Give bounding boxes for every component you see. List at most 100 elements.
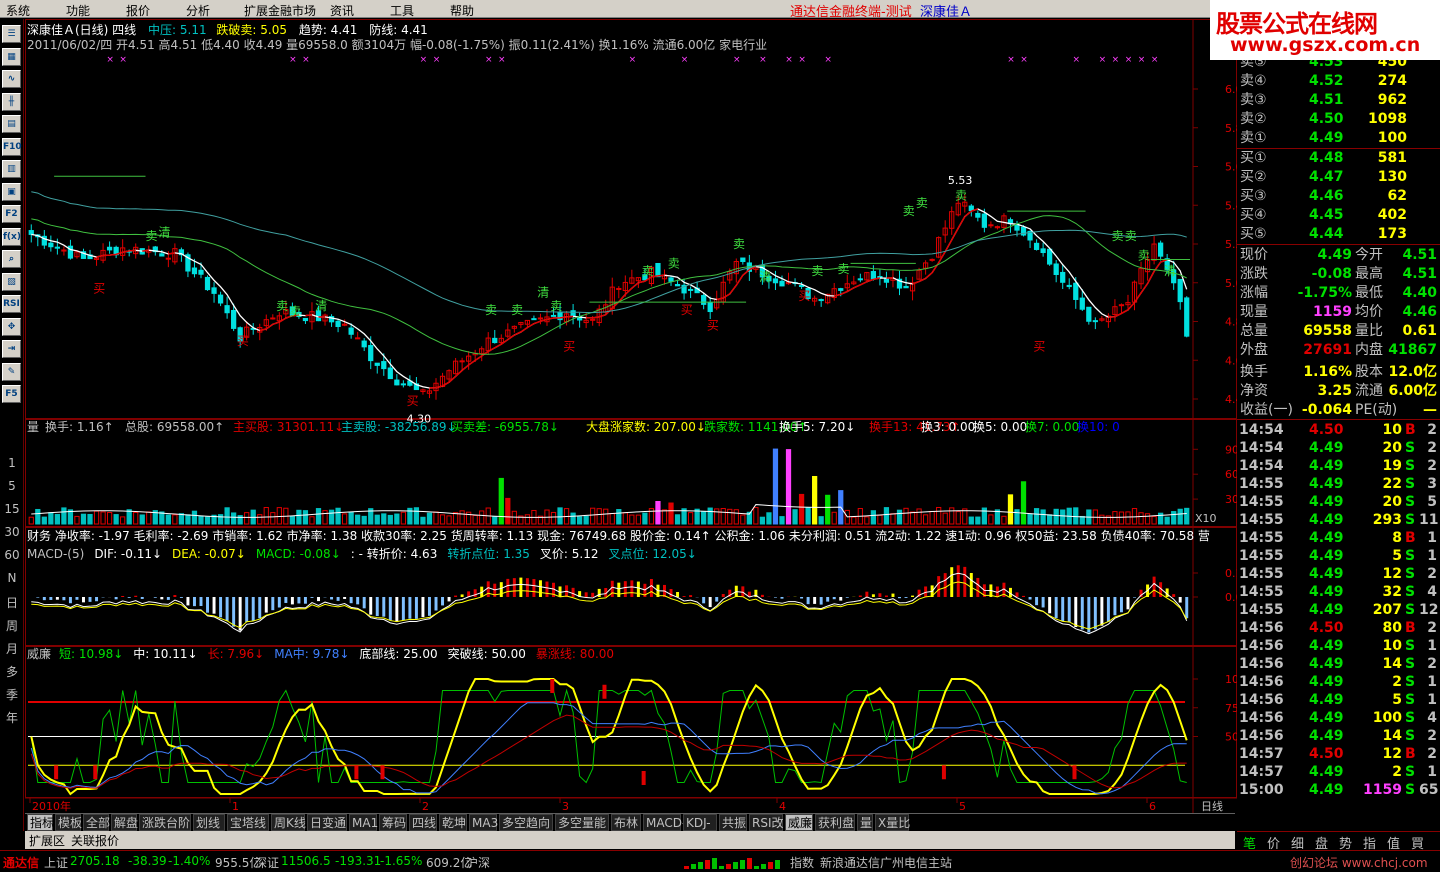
menu-help[interactable]: 帮助 [450,2,474,19]
tick-count: 2 [1427,620,1437,636]
menu-tools[interactable]: 工具 [390,2,414,19]
indicator-tab-12[interactable]: 乾坤 [439,814,467,831]
signal-bar [691,864,696,869]
kline-icon[interactable]: ╫ [2,92,21,111]
tick-time: 14:57 [1239,764,1284,780]
grid-icon[interactable]: ▦ [2,47,21,66]
volume-bar [309,516,315,525]
signal-marker: × [106,55,114,65]
magnify-icon[interactable]: ⌕ [2,250,21,268]
period-30[interactable]: 30 [0,525,24,539]
finance-line: 财务 净收率: -1.97 毛利率: -2.69 市销率: 1.62 市净率: … [27,529,1210,543]
detail-icon[interactable]: ▤ [2,115,21,133]
period-1[interactable]: 1 [0,456,24,470]
indicator-tab-15[interactable]: 多空量能 [555,814,609,831]
menu-quote[interactable]: 报价 [126,2,150,19]
menu-news[interactable]: 资讯 [330,2,354,19]
server-name[interactable]: 新浪通达信广州电信主站 [820,854,952,871]
period-季[interactable]: 季 [0,686,24,703]
indicator-icon[interactable]: ▧ [2,272,21,291]
indicator-tab-9[interactable]: MA13 [349,814,386,831]
volume-bar [981,507,987,525]
volume-bar [805,507,811,525]
candle-body [1092,320,1098,323]
candle-body [655,262,661,278]
signal-bar [705,860,710,869]
menu-extended-market[interactable]: 扩展金融市场 [244,2,316,19]
vol-y-label: 30000 [1225,493,1237,506]
indicator-tab-5[interactable]: 划线 [193,814,225,831]
f5-icon[interactable]: F5 [2,385,21,403]
indicator-tab-0[interactable]: 指标 [27,814,54,831]
index-label[interactable]: 指数 [790,854,814,871]
indicator-tab-3[interactable]: 解盘 [111,814,138,831]
indicator-tab-19[interactable]: 共振 [719,814,747,831]
signal-sell: 卖 [1125,229,1137,243]
signal-sell: 卖 [916,196,928,210]
draw-icon[interactable]: ✎ [2,362,21,381]
ask-label: 卖④ [1240,73,1267,89]
menu-system[interactable]: 系统 [6,2,30,19]
period-周[interactable]: 周 [0,617,24,634]
menu-analysis[interactable]: 分析 [186,2,210,19]
indicator-tab-20[interactable]: RSI改 [749,814,784,831]
candle-body [1079,297,1085,310]
volume-bar [1014,509,1020,525]
indicator-tab-7[interactable]: 周K线 [271,814,306,831]
menu-function[interactable]: 功能 [66,2,90,19]
period-N[interactable]: N [0,571,24,585]
indicator-tab-22[interactable]: 获利盘 [815,814,855,831]
period-15[interactable]: 15 [0,502,24,516]
tab-extension[interactable]: 扩展区 [29,832,65,849]
indicator-tab-11[interactable]: 四线 [409,814,437,831]
defense-value: 防线: 4.41 [369,23,428,37]
indicator-tab-6[interactable]: 宝塔线 [227,814,269,831]
tab-related-quote[interactable]: 关联报价 [71,832,119,849]
volume-bar [381,513,387,525]
indicator-tab-13[interactable]: MA3 [469,814,498,831]
volume-bar [413,507,420,525]
period-多[interactable]: 多 [0,663,24,680]
move-icon[interactable]: ✥ [2,317,21,336]
indicator-tab-10[interactable]: 筹码 [379,814,407,831]
table-icon[interactable]: ☰ [2,25,21,43]
sz-index-name[interactable]: 深证 [255,854,279,871]
volume-bar [609,513,615,525]
y-tick-label: 5.80 [1225,122,1237,135]
indicator-tab-17[interactable]: MACD- [643,814,686,831]
period-60[interactable]: 60 [0,548,24,562]
volume-bar [524,514,531,525]
news-icon[interactable]: ▣ [2,182,21,201]
period-日[interactable]: 日 [0,594,24,611]
f10-icon[interactable]: F10 [2,137,22,156]
f2-icon[interactable]: F2 [2,205,21,223]
indicator-tab-16[interactable]: 布林 [611,814,641,831]
indicator-tab-8[interactable]: 日变通 [307,814,347,831]
volume-bar [1151,516,1157,525]
line-chart-icon[interactable]: ∿ [2,70,21,88]
indicator-tab-14[interactable]: 多空趋向 [499,814,553,831]
indicator-tab-4[interactable]: 涨跌台阶 [139,814,191,831]
indicator-tab-23[interactable]: 量 [857,814,873,831]
export-icon[interactable]: ⇥ [2,340,21,358]
fundamental-icon[interactable]: ▥ [2,160,21,178]
indicator-tab-2[interactable]: 全部 [83,814,110,831]
indicator-tab-18[interactable]: KDJ- [683,814,717,831]
sh-index-name[interactable]: 上证 [44,854,68,871]
tick-time: 14:54 [1239,458,1284,474]
rsi-icon[interactable]: RSI [2,295,21,313]
indicator-tab-24[interactable]: X量比 [875,814,910,831]
indicator-tab-1[interactable]: 模板 [55,814,82,831]
candle-body [1060,271,1066,283]
indicator-tab-21[interactable]: 威廉 [785,814,813,831]
signal-marker: × [1125,55,1133,65]
period-月[interactable]: 月 [0,640,24,657]
volume-bar [798,493,805,525]
period-5[interactable]: 5 [0,479,24,493]
period-年[interactable]: 年 [0,709,24,726]
volume-bar [61,507,67,525]
chart-area[interactable]: × × × × × × × × × × × × × × × × × × × × × × ×买卖 清买卖卖清买卖 卖清卖买卖卖买买… [25,19,1237,813]
signal-marker: × [1072,55,1080,65]
tick-price: 4.49 [1309,656,1344,672]
formula-icon[interactable]: f(x) [2,227,21,246]
